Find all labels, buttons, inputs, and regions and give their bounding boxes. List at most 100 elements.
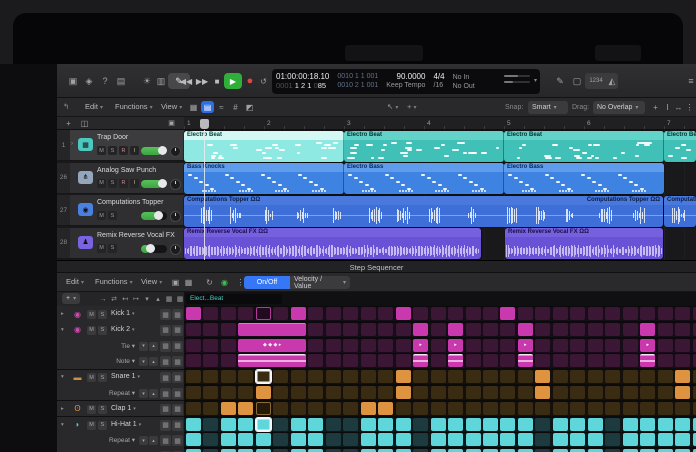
track-header-1[interactable]: 1›▦Trap DoorMSRI [57, 130, 184, 161]
step-cell[interactable] [203, 323, 218, 336]
step-cell[interactable] [623, 339, 638, 352]
metronome-icon[interactable]: ◭ [606, 73, 618, 89]
step-cell[interactable] [658, 354, 673, 367]
track-m-button[interactable]: M [97, 244, 106, 253]
step-cell[interactable] [396, 418, 411, 431]
view-switch-icon-2[interactable]: ≈ [215, 101, 228, 113]
step-cell[interactable] [413, 354, 428, 367]
step-cell[interactable] [431, 370, 446, 383]
step-cell[interactable] [326, 307, 341, 320]
row-mute-button[interactable]: M [87, 310, 96, 319]
volume-knob[interactable] [158, 179, 167, 188]
region-electro-beat[interactable]: Electro Beat [504, 131, 664, 162]
step-cell[interactable] [658, 307, 673, 320]
subrow-increment-button[interactable]: ▴ [149, 436, 158, 445]
step-cell[interactable] [535, 323, 550, 336]
step-cell[interactable] [693, 323, 696, 336]
row-option-icon[interactable]: ▦ [172, 435, 183, 446]
step-cell[interactable] [221, 339, 236, 352]
step-cell[interactable] [605, 323, 620, 336]
view-switch-icon-4[interactable]: ◩ [243, 101, 256, 113]
track-header-28[interactable]: 28♟Remix Reverse Vocal FXMS [57, 228, 184, 259]
step-cell[interactable] [361, 370, 376, 383]
step-cell[interactable] [343, 433, 358, 446]
step-cell[interactable] [238, 386, 253, 399]
step-cell[interactable] [693, 386, 696, 399]
step-cell[interactable] [553, 433, 568, 446]
bar-ruler[interactable]: 1234567 [184, 117, 696, 130]
track-s-button[interactable]: S [108, 211, 117, 220]
step-cell[interactable] [378, 339, 393, 352]
step-cell[interactable] [308, 323, 323, 336]
pan-knob[interactable] [170, 179, 181, 190]
step-cell[interactable]: ▸ [413, 339, 428, 352]
step-cell[interactable] [256, 386, 271, 399]
row-option-icon[interactable]: ▦ [160, 404, 171, 415]
step-cell[interactable] [518, 354, 533, 367]
step-cell[interactable] [483, 370, 498, 383]
step-cell[interactable] [570, 418, 585, 431]
view-switch-icon-0[interactable]: ▦ [187, 101, 200, 113]
row-solo-button[interactable]: S [98, 405, 107, 414]
track-header-26[interactable]: 26⋔Analog Saw PunchMSRI [57, 163, 184, 194]
step-cell[interactable] [466, 323, 481, 336]
step-cell[interactable] [448, 323, 463, 336]
step-cell[interactable] [675, 370, 690, 383]
step-cell[interactable] [518, 370, 533, 383]
step-cell[interactable] [675, 418, 690, 431]
step-cell[interactable] [361, 354, 376, 367]
step-cell[interactable] [535, 339, 550, 352]
snap-dropdown[interactable]: Smart▾ [528, 101, 568, 114]
track-s-button[interactable]: S [108, 179, 117, 188]
stop-button[interactable]: ■ [211, 73, 223, 89]
region-electro-beat[interactable]: Electro Beat [344, 131, 504, 162]
step-cell[interactable] [518, 418, 533, 431]
step-cell[interactable] [466, 339, 481, 352]
step-cell[interactable] [256, 402, 271, 415]
row-option-icon[interactable]: ▦ [160, 341, 171, 352]
step-cell[interactable] [483, 354, 498, 367]
step-cell[interactable] [658, 386, 673, 399]
step-cell[interactable] [605, 370, 620, 383]
track-r-button[interactable]: R [119, 146, 128, 155]
subrow-increment-button[interactable]: ▴ [149, 342, 158, 351]
step-cell[interactable] [273, 307, 288, 320]
step-cell[interactable] [588, 370, 603, 383]
volume-slider[interactable] [141, 245, 167, 253]
region-remix-reverse-vocal-fx[interactable]: Remix Reverse Vocal FX ΩΩ [505, 228, 663, 259]
view-switch-icon-1[interactable]: ▤ [201, 101, 214, 113]
step-cell[interactable] [256, 307, 271, 320]
step-cell[interactable] [675, 323, 690, 336]
step-note-span[interactable]: ◆ ◆ ◆ ▸ [238, 339, 305, 352]
step-cell[interactable] [431, 386, 446, 399]
step-cell[interactable] [693, 370, 696, 383]
seq-grid-icon[interactable]: ▦ [182, 276, 195, 288]
row-option-icon[interactable]: ▦ [160, 325, 171, 336]
play-button[interactable]: ▶ [224, 73, 242, 89]
step-cell[interactable] [431, 307, 446, 320]
step-cell[interactable] [605, 418, 620, 431]
step-cell[interactable] [326, 370, 341, 383]
step-cell[interactable] [186, 339, 201, 352]
step-cell[interactable] [500, 323, 515, 336]
step-cell[interactable] [535, 433, 550, 446]
seq-view-menu[interactable]: View ▾ [141, 277, 162, 286]
step-cell[interactable] [623, 370, 638, 383]
step-cell[interactable] [413, 418, 428, 431]
step-cell[interactable] [570, 402, 585, 415]
step-cell[interactable] [535, 386, 550, 399]
pattern-region-chip[interactable]: Elect...Beat [186, 294, 282, 304]
step-cell[interactable] [308, 370, 323, 383]
row-option-icon[interactable]: ▦ [172, 420, 183, 431]
step-cell[interactable] [658, 370, 673, 383]
step-cell[interactable] [570, 386, 585, 399]
step-cell[interactable] [483, 433, 498, 446]
step-cell[interactable] [378, 307, 393, 320]
step-cell[interactable] [361, 386, 376, 399]
step-cell[interactable] [343, 354, 358, 367]
row-solo-button[interactable]: S [98, 373, 107, 382]
row-solo-button[interactable]: S [98, 310, 107, 319]
step-cell[interactable] [483, 339, 498, 352]
step-cell[interactable] [221, 370, 236, 383]
subrow-decrement-button[interactable]: ▾ [139, 357, 148, 366]
